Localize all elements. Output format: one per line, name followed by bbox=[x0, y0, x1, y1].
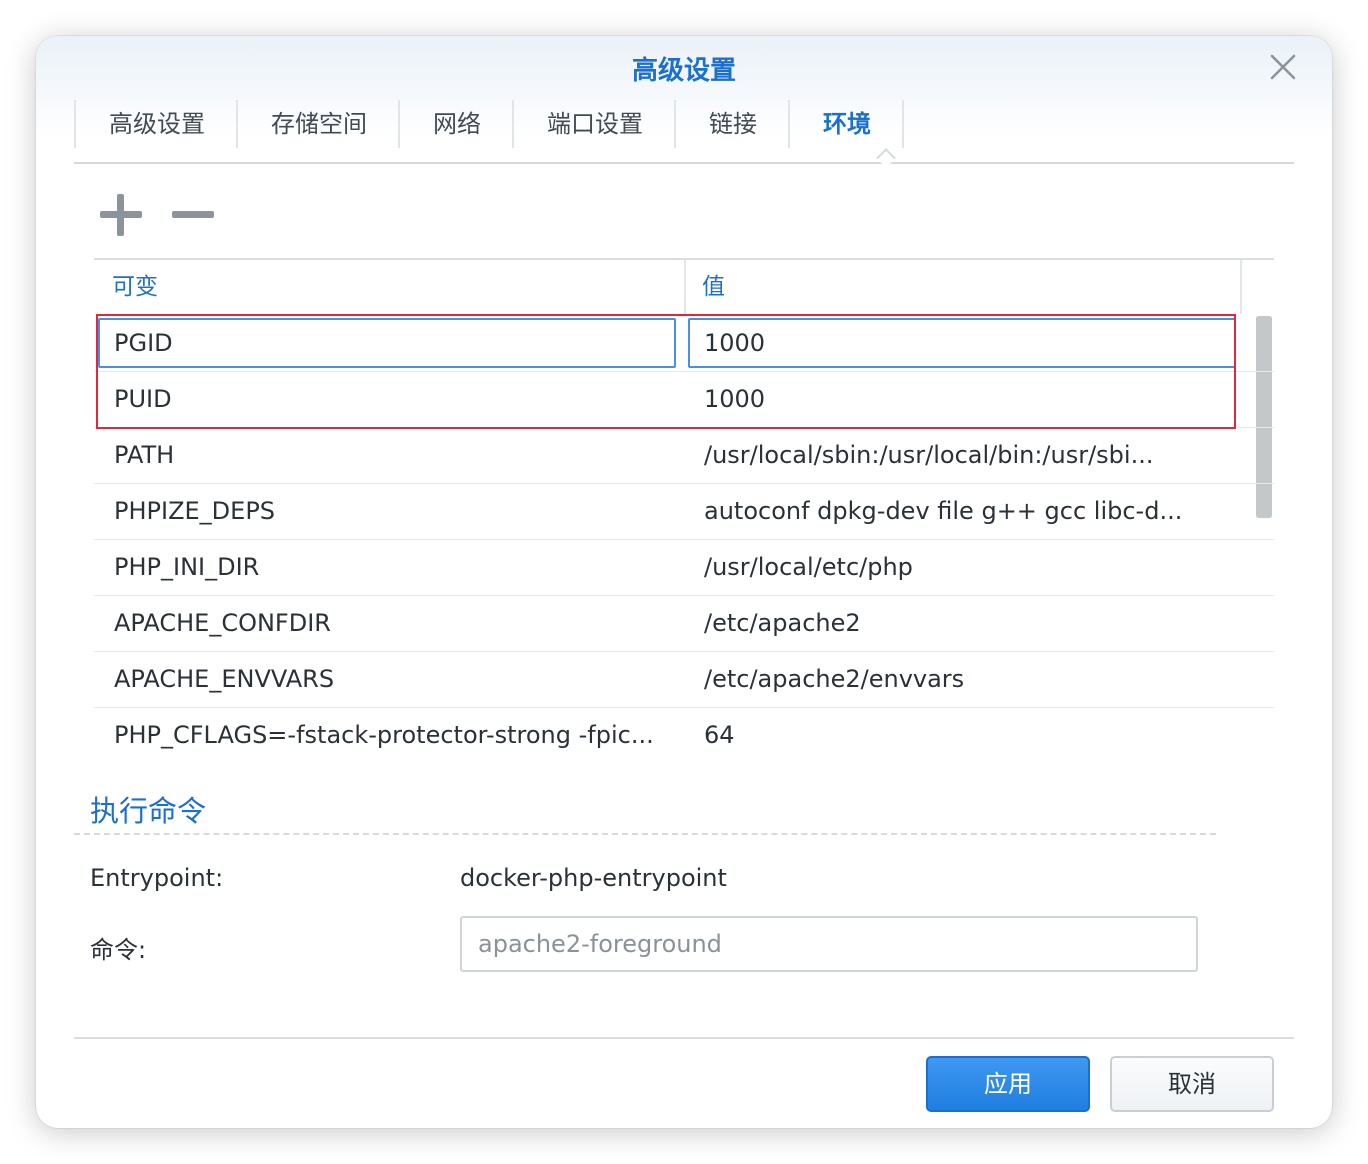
cancel-button[interactable]: 取消 bbox=[1110, 1056, 1274, 1112]
table-header: 可变 值 bbox=[94, 260, 1274, 314]
variable-value: 1000 bbox=[704, 329, 766, 357]
table-row[interactable]: APACHE_ENVVARS /etc/apache2/envvars bbox=[94, 652, 1274, 708]
footer-divider bbox=[74, 1037, 1294, 1039]
table-row[interactable]: PHPIZE_DEPS autoconf dpkg-dev file g++ g… bbox=[94, 484, 1274, 540]
add-variable-button[interactable] bbox=[100, 194, 142, 236]
variable-name: PUID bbox=[114, 385, 172, 413]
variable-name: PHP_CFLAGS=-fstack-protector-strong -fpi… bbox=[114, 721, 654, 749]
tab-network[interactable]: 网络 bbox=[398, 100, 514, 148]
table-row[interactable]: APACHE_CONFDIR /etc/apache2 bbox=[94, 596, 1274, 652]
table-row[interactable]: PUID 1000 bbox=[94, 372, 1274, 428]
tab-bar: 高级设置 存储空间 网络 端口设置 链接 环境 bbox=[74, 100, 1294, 168]
tab-port-settings[interactable]: 端口设置 bbox=[512, 100, 676, 148]
variable-value: /etc/apache2 bbox=[704, 609, 861, 637]
close-button[interactable] bbox=[1268, 52, 1298, 82]
tab-divider bbox=[902, 100, 904, 148]
variable-name: PHP_INI_DIR bbox=[114, 553, 260, 581]
exec-command-section-title: 执行命令 bbox=[90, 794, 207, 828]
tab-environment[interactable]: 环境 bbox=[788, 100, 904, 148]
apply-button[interactable]: 应用 bbox=[926, 1056, 1090, 1112]
variable-value: 1000 bbox=[704, 385, 766, 413]
variable-name: PHPIZE_DEPS bbox=[114, 497, 276, 525]
variable-value: /usr/local/etc/php bbox=[704, 553, 913, 581]
variable-name: PATH bbox=[114, 441, 175, 469]
tab-storage[interactable]: 存储空间 bbox=[236, 100, 400, 148]
column-divider bbox=[1240, 260, 1242, 314]
variable-name: APACHE_CONFDIR bbox=[114, 609, 331, 637]
close-icon bbox=[1270, 54, 1296, 80]
dialog-title: 高级设置 bbox=[631, 56, 736, 86]
section-divider bbox=[74, 833, 1216, 835]
variable-name: APACHE_ENVVARS bbox=[114, 665, 335, 693]
column-header-value[interactable]: 值 bbox=[702, 260, 725, 314]
entrypoint-label: Entrypoint: bbox=[90, 864, 224, 892]
tab-links[interactable]: 链接 bbox=[674, 100, 790, 148]
table-row[interactable]: PHP_INI_DIR /usr/local/etc/php bbox=[94, 540, 1274, 596]
remove-variable-button[interactable] bbox=[172, 194, 214, 236]
tab-advanced-settings[interactable]: 高级设置 bbox=[74, 100, 238, 148]
env-variables-table: 可变 值 PGID 1000 PUID 1000 PATH /usr/local… bbox=[94, 258, 1274, 768]
column-header-variable[interactable]: 可变 bbox=[112, 260, 158, 314]
table-row[interactable]: PHP_CFLAGS=-fstack-protector-strong -fpi… bbox=[94, 708, 1274, 763]
table-row[interactable]: PGID 1000 bbox=[94, 316, 1274, 372]
table-row[interactable]: PATH /usr/local/sbin:/usr/local/bin:/usr… bbox=[94, 428, 1274, 484]
variable-value: autoconf dpkg-dev file g++ gcc libc-d... bbox=[704, 497, 1183, 525]
entrypoint-value: docker-php-entrypoint bbox=[460, 864, 727, 892]
column-divider bbox=[684, 260, 686, 314]
command-input[interactable] bbox=[460, 916, 1198, 972]
advanced-settings-dialog: 高级设置 高级设置 存储空间 网络 端口设置 链接 环境 可变 值 PGID 1… bbox=[36, 36, 1332, 1128]
variable-value: /usr/local/sbin:/usr/local/bin:/usr/sbi.… bbox=[704, 441, 1154, 469]
variable-value: 64 bbox=[704, 721, 735, 749]
table-body: PGID 1000 PUID 1000 PATH /usr/local/sbin… bbox=[94, 316, 1274, 763]
command-label: 命令: bbox=[90, 936, 147, 964]
variable-value: /etc/apache2/envvars bbox=[704, 665, 965, 693]
variable-name: PGID bbox=[114, 329, 173, 357]
